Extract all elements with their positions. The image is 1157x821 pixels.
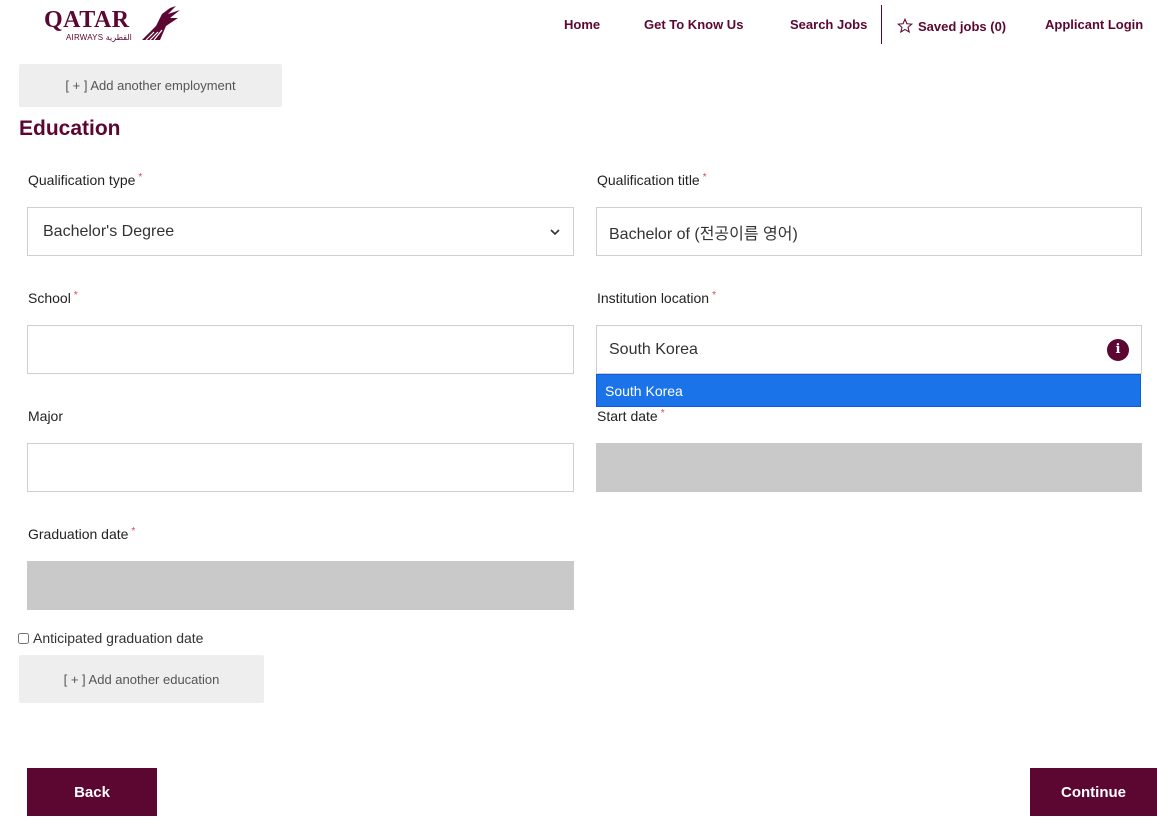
- graduation-date-input[interactable]: [27, 561, 574, 610]
- required-mark: *: [73, 290, 78, 301]
- institution-location-label-text: Institution location: [597, 290, 710, 306]
- qualification-title-input[interactable]: Bachelor of (전공이름 영어): [596, 207, 1142, 256]
- major-input[interactable]: [27, 443, 574, 492]
- qualification-type-select[interactable]: Bachelor's Degree: [27, 207, 574, 256]
- school-input[interactable]: [27, 325, 574, 374]
- school-label-text: School: [28, 290, 71, 306]
- anticipated-graduation-checkbox[interactable]: [18, 632, 29, 644]
- graduation-date-label-text: Graduation date: [28, 526, 129, 542]
- required-mark: *: [712, 290, 716, 301]
- required-mark: *: [660, 408, 665, 419]
- continue-button[interactable]: Continue: [1030, 768, 1157, 816]
- institution-location-value: South Korea: [609, 340, 698, 358]
- qualification-title-value: Bachelor of (전공이름 영어): [609, 225, 798, 243]
- qualification-type-value: Bachelor's Degree: [43, 222, 175, 240]
- major-label: Major: [28, 408, 63, 424]
- info-icon[interactable]: i: [1107, 338, 1129, 361]
- back-button[interactable]: Back: [27, 768, 157, 816]
- major-label-text: Major: [28, 408, 64, 424]
- graduation-date-label: Graduation date *: [28, 526, 135, 542]
- chevron-down-icon: [550, 228, 560, 235]
- required-mark: *: [702, 172, 707, 183]
- saved-jobs-label: Saved jobs (0): [918, 18, 1007, 34]
- nav-applicant-login[interactable]: Applicant Login: [1045, 17, 1143, 32]
- location-suggestion-option[interactable]: South Korea: [596, 374, 1141, 407]
- nav-get-to-know-us[interactable]: Get To Know Us: [644, 17, 743, 32]
- education-heading: Education: [19, 117, 121, 140]
- star-icon: [896, 17, 914, 34]
- nav-home[interactable]: Home: [564, 17, 600, 32]
- required-mark: *: [138, 172, 143, 183]
- add-education-button[interactable]: [ + ] Add another education: [19, 655, 264, 703]
- school-label: School *: [28, 290, 78, 306]
- nav-saved-jobs[interactable]: Saved jobs (0): [896, 17, 1006, 35]
- institution-location-input[interactable]: South Korea i: [596, 325, 1142, 374]
- add-employment-button[interactable]: [ + ] Add another employment: [19, 64, 282, 107]
- qualification-title-label-text: Qualification title: [597, 172, 700, 188]
- qualification-type-label: Qualification type *: [28, 172, 142, 188]
- qualification-title-label: Qualification title *: [597, 172, 707, 188]
- logo-subtext: AIRWAYS القطرية: [66, 33, 132, 42]
- start-date-input[interactable]: [596, 443, 1142, 492]
- qatar-airways-logo[interactable]: QATAR AIRWAYS القطرية: [44, 6, 184, 46]
- nav-search-jobs[interactable]: Search Jobs: [790, 17, 867, 32]
- start-date-label: Start date *: [597, 408, 665, 424]
- start-date-label-text: Start date: [597, 408, 658, 424]
- institution-location-label: Institution location *: [597, 290, 716, 306]
- qualification-type-label-text: Qualification type: [28, 172, 136, 188]
- anticipated-graduation-row[interactable]: Anticipated graduation date: [18, 630, 203, 646]
- logo-wordmark: QATAR: [44, 7, 130, 33]
- nav-divider: [881, 5, 882, 44]
- oryx-logo-icon: [142, 6, 180, 41]
- anticipated-graduation-label: Anticipated graduation date: [33, 630, 204, 646]
- required-mark: *: [131, 526, 136, 537]
